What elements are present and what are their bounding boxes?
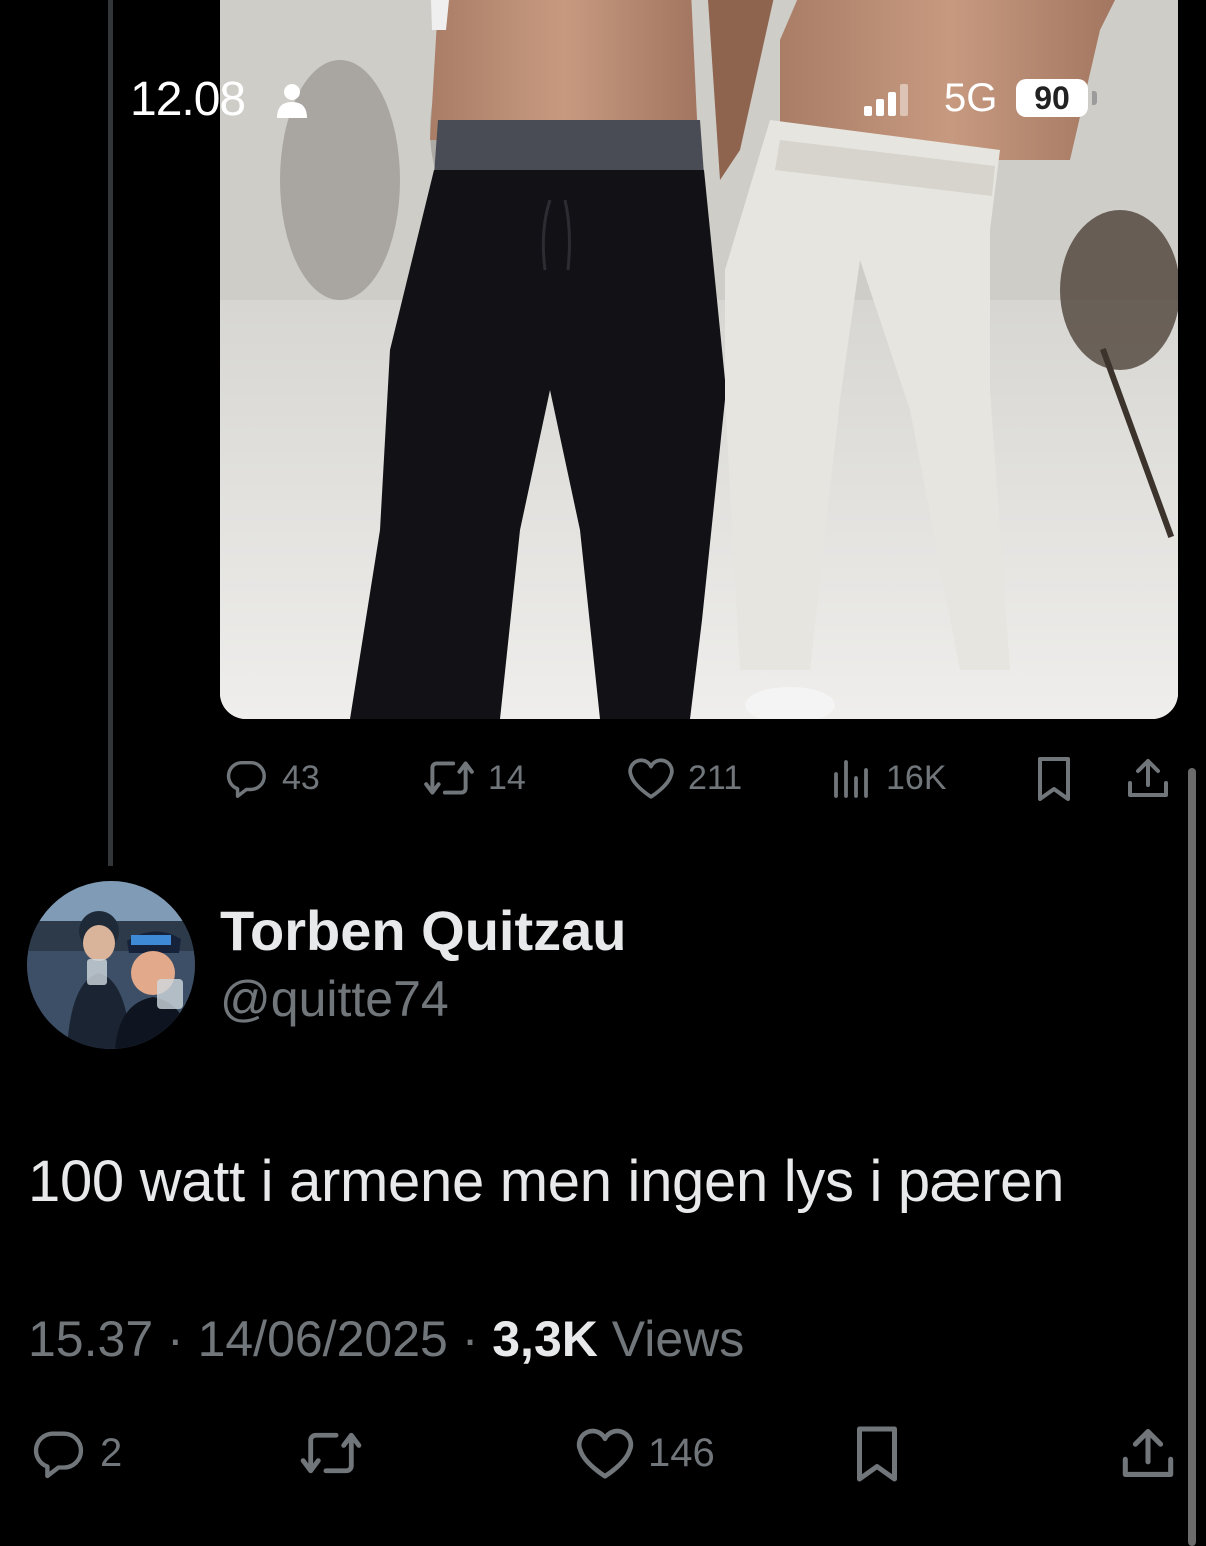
bookmark-icon: [857, 1426, 897, 1482]
post-views-label: Views: [611, 1311, 745, 1367]
bookmark-button[interactable]: [1034, 755, 1074, 808]
signal-icon: [864, 84, 910, 121]
post-repost-button[interactable]: [298, 1424, 376, 1482]
reply-button[interactable]: 43: [222, 755, 320, 801]
avatar[interactable]: [27, 881, 195, 1049]
author-handle[interactable]: @quitte74: [220, 970, 449, 1028]
views-count: 16K: [886, 758, 947, 797]
reply-icon: [226, 760, 266, 798]
post-share-button[interactable]: [1120, 1424, 1176, 1487]
reply-count: 43: [282, 758, 320, 797]
post-bookmark-button[interactable]: [852, 1424, 902, 1489]
post-reply-count: 2: [100, 1430, 123, 1475]
post-views-count[interactable]: 3,3K: [492, 1311, 598, 1367]
separator-dot: ·: [153, 1311, 198, 1367]
status-time: 12.08: [130, 73, 246, 126]
share-icon: [1122, 1429, 1174, 1477]
post-meta: 15.37 · 14/06/2025 · 3,3K Views: [28, 1310, 744, 1368]
author-display-name[interactable]: Torben Quitzau: [220, 898, 627, 963]
scrollbar[interactable]: [1188, 768, 1196, 1546]
person-icon: [275, 82, 309, 123]
post-date[interactable]: 14/06/2025: [198, 1311, 448, 1367]
views-button[interactable]: 16K: [830, 755, 947, 801]
like-button[interactable]: 211: [626, 755, 742, 801]
bookmark-icon: [1038, 757, 1070, 801]
repost-count: 14: [488, 758, 526, 797]
avatar-photo: [27, 881, 195, 1049]
separator-dot: ·: [447, 1311, 493, 1367]
share-icon: [1128, 759, 1168, 797]
reply-icon: [33, 1431, 84, 1479]
share-button[interactable]: [1126, 755, 1170, 806]
network-label: 5G: [944, 76, 998, 120]
battery-level: 90: [1016, 79, 1088, 117]
repost-button[interactable]: 14: [422, 755, 526, 801]
like-icon: [576, 1428, 634, 1479]
repost-icon: [300, 1432, 362, 1474]
repost-icon: [424, 761, 474, 795]
thread-line: [108, 0, 113, 866]
post-time[interactable]: 15.37: [28, 1311, 153, 1367]
like-icon: [628, 758, 674, 799]
views-icon: [834, 760, 868, 798]
battery-nub: [1092, 91, 1097, 105]
post-like-count: 146: [648, 1430, 715, 1475]
post-like-button[interactable]: 146: [574, 1424, 715, 1482]
like-count: 211: [688, 758, 743, 797]
post-text: 100 watt i armene men ingen lys i pæren: [28, 1149, 1065, 1214]
post-reply-button[interactable]: 2: [28, 1424, 122, 1482]
